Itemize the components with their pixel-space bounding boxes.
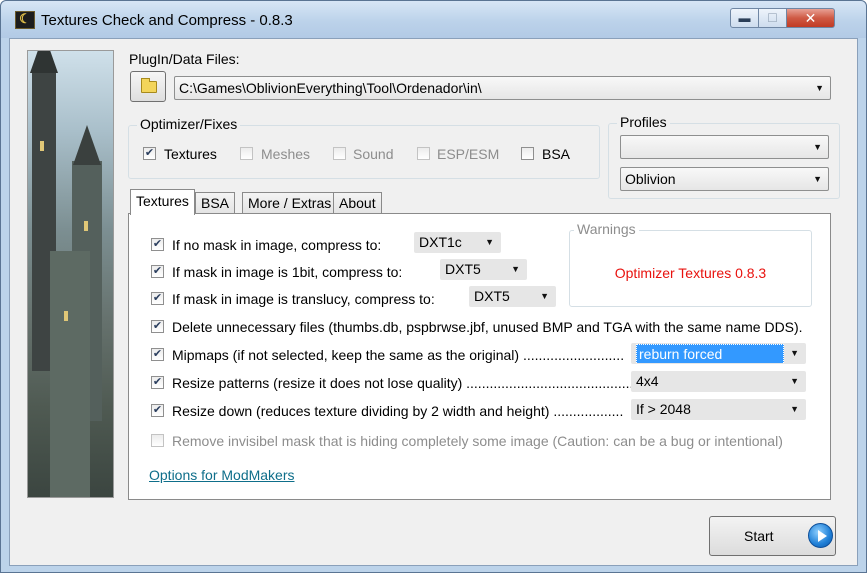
resize-down-value: If > 2048 bbox=[636, 401, 691, 417]
chevron-down-icon: ▼ bbox=[790, 404, 799, 414]
plugin-label: PlugIn/Data Files: bbox=[129, 51, 240, 67]
plugin-path-value: C:\Games\OblivionEverything\Tool\Ordenad… bbox=[179, 80, 482, 96]
resize-patterns-value: 4x4 bbox=[636, 373, 659, 389]
app-window: ☾ Textures Check and Compress - 0.8.3 ▬ … bbox=[0, 0, 867, 573]
maximize-button[interactable]: ☐ bbox=[759, 8, 787, 28]
tab-bsa[interactable]: BSA bbox=[195, 192, 236, 214]
plugin-path-combo[interactable]: C:\Games\OblivionEverything\Tool\Ordenad… bbox=[174, 76, 831, 100]
mask-1bit-format-value: DXT5 bbox=[445, 261, 481, 277]
meshes-label: Meshes bbox=[261, 146, 311, 162]
tab-textures[interactable]: Textures bbox=[130, 189, 195, 215]
resize-patterns-select[interactable]: 4x4 ▼ bbox=[631, 371, 806, 392]
resize-down-select[interactable]: If > 2048 ▼ bbox=[631, 399, 806, 420]
close-button[interactable]: ✕ bbox=[787, 8, 835, 28]
mask-1bit-label: If mask in image is 1bit, compress to: bbox=[172, 264, 403, 280]
warnings-message: Optimizer Textures 0.8.3 bbox=[614, 265, 767, 281]
tab-about[interactable]: About bbox=[333, 192, 382, 214]
resize-patterns-checkbox[interactable] bbox=[151, 376, 164, 389]
chevron-down-icon: ▼ bbox=[815, 83, 824, 93]
no-mask-format-select[interactable]: DXT1c ▼ bbox=[414, 232, 501, 253]
profile-select-2[interactable]: Oblivion ▼ bbox=[620, 167, 829, 191]
mipmaps-select[interactable]: reburn forced ▼ bbox=[631, 343, 806, 364]
profiles-legend: Profiles bbox=[617, 114, 670, 130]
chevron-down-icon: ▼ bbox=[485, 237, 494, 247]
resize-down-label: Resize down (reduces texture dividing by… bbox=[172, 403, 624, 419]
castle-image bbox=[27, 50, 114, 498]
window-title: Textures Check and Compress - 0.8.3 bbox=[41, 12, 293, 29]
textures-tab-panel: If no mask in image, compress to: DXT1c … bbox=[128, 213, 831, 500]
remove-invisible-mask-checkbox[interactable] bbox=[151, 434, 164, 447]
resize-patterns-label: Resize patterns (resize it does not lose… bbox=[172, 375, 634, 391]
chevron-down-icon: ▼ bbox=[511, 264, 520, 274]
mask-1bit-checkbox[interactable] bbox=[151, 265, 164, 278]
title-bar[interactable]: ☾ Textures Check and Compress - 0.8.3 ▬ … bbox=[1, 1, 866, 38]
mask-translucy-format-select[interactable]: DXT5 ▼ bbox=[469, 286, 556, 307]
modmakers-options-link[interactable]: Options for ModMakers bbox=[149, 467, 295, 483]
chevron-down-icon: ▼ bbox=[540, 291, 549, 301]
bsa-checkbox[interactable] bbox=[521, 147, 534, 160]
browse-folder-button[interactable] bbox=[130, 71, 166, 102]
meshes-checkbox[interactable] bbox=[240, 147, 253, 160]
textures-label: Textures bbox=[164, 146, 217, 162]
no-mask-format-value: DXT1c bbox=[419, 234, 462, 250]
esp-esm-checkbox[interactable] bbox=[417, 147, 430, 160]
profile-select-1[interactable]: ▼ bbox=[620, 135, 829, 159]
no-mask-checkbox[interactable] bbox=[151, 238, 164, 251]
chevron-down-icon: ▼ bbox=[790, 348, 799, 358]
esp-esm-label: ESP/ESM bbox=[437, 146, 500, 162]
mask-translucy-checkbox[interactable] bbox=[151, 292, 164, 305]
optimizer-legend: Optimizer/Fixes bbox=[137, 116, 241, 132]
start-label: Start bbox=[744, 528, 774, 544]
warnings-group: Warnings Optimizer Textures 0.8.3 bbox=[569, 221, 812, 307]
mipmaps-value: reburn forced bbox=[636, 344, 784, 363]
delete-files-checkbox[interactable] bbox=[151, 320, 164, 333]
bsa-label: BSA bbox=[542, 146, 571, 162]
sound-label: Sound bbox=[353, 146, 394, 162]
main-client-area: PlugIn/Data Files: C:\Games\OblivionEver… bbox=[9, 38, 858, 566]
sound-checkbox[interactable] bbox=[333, 147, 346, 160]
app-logo-icon[interactable]: ☾ bbox=[15, 11, 35, 29]
delete-files-label: Delete unnecessary files (thumbs.db, psp… bbox=[172, 319, 803, 335]
mask-translucy-label: If mask in image is translucy, compress … bbox=[172, 291, 435, 307]
no-mask-label: If no mask in image, compress to: bbox=[172, 237, 382, 253]
resize-down-checkbox[interactable] bbox=[151, 404, 164, 417]
chevron-down-icon: ▼ bbox=[813, 174, 822, 184]
start-button[interactable]: Start bbox=[709, 516, 836, 556]
warnings-legend: Warnings bbox=[574, 221, 639, 237]
profile-select-2-value: Oblivion bbox=[625, 171, 676, 187]
mipmaps-label: Mipmaps (if not selected, keep the same … bbox=[172, 347, 625, 363]
chevron-down-icon: ▼ bbox=[790, 376, 799, 386]
textures-checkbox[interactable] bbox=[143, 147, 156, 160]
chevron-down-icon: ▼ bbox=[813, 142, 822, 152]
minimize-button[interactable]: ▬ bbox=[730, 8, 759, 28]
remove-invisible-mask-label: Remove invisibel mask that is hiding com… bbox=[172, 433, 783, 449]
mask-1bit-format-select[interactable]: DXT5 ▼ bbox=[440, 259, 527, 280]
mipmaps-checkbox[interactable] bbox=[151, 348, 164, 361]
play-arrow-icon bbox=[808, 523, 833, 548]
folder-icon bbox=[141, 78, 157, 93]
mask-translucy-format-value: DXT5 bbox=[474, 288, 510, 304]
tab-more-extras[interactable]: More / Extras bbox=[242, 192, 338, 214]
